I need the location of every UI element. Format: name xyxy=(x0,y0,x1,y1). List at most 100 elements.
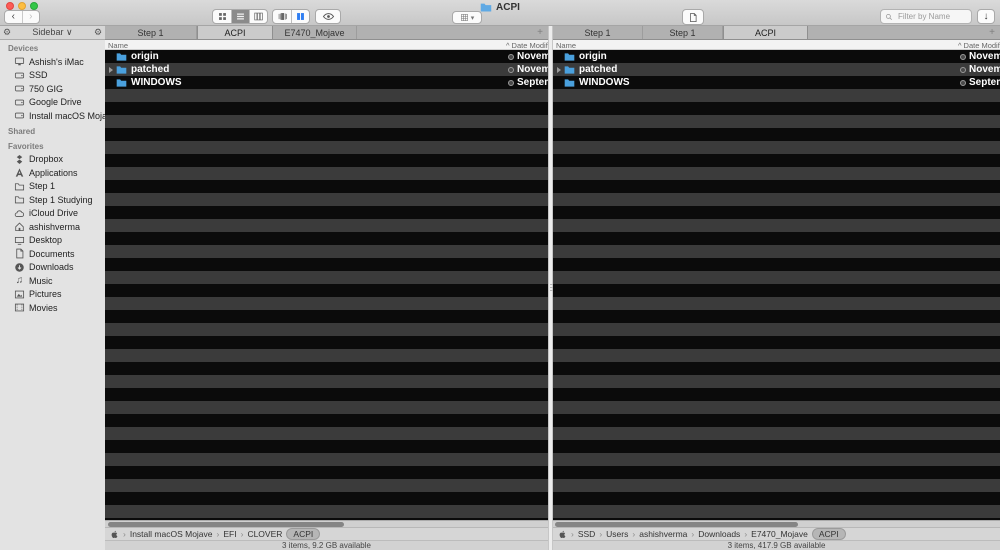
gear-icon[interactable]: ⚙ xyxy=(0,27,14,38)
path-crumb[interactable]: CLOVER xyxy=(239,529,285,539)
folder-icon xyxy=(116,77,127,88)
file-row-windows[interactable]: WINDOWS September xyxy=(105,76,548,89)
folder-icon xyxy=(564,77,575,88)
applications-icon xyxy=(14,167,25,178)
coverflow-view-button[interactable] xyxy=(273,10,291,23)
folder-icon xyxy=(564,64,575,75)
column-header-name[interactable]: Name xyxy=(108,41,128,50)
file-row-origin[interactable]: origin November xyxy=(105,50,548,63)
minimize-window-button[interactable] xyxy=(18,2,26,10)
sidebar-item-ssd[interactable]: SSD xyxy=(0,69,105,83)
finder-window: ‹ › ACPI ▾ ↓ xyxy=(0,0,1000,550)
list-view-button[interactable] xyxy=(231,10,249,23)
sidebar-item-pictures[interactable]: Pictures xyxy=(0,288,105,302)
section-devices: Devices xyxy=(8,44,39,53)
column-header-date-modified[interactable]: ^ Date Modified xyxy=(958,41,1000,50)
path-crumb[interactable]: ashishverma xyxy=(630,529,689,539)
left-tab-bar: Step 1 ACPI E7470_Mojave + xyxy=(105,26,548,40)
download-arrow-button[interactable]: ↓ xyxy=(977,9,995,24)
new-document-button[interactable] xyxy=(682,9,704,25)
extra-view-segment xyxy=(272,9,310,24)
arrange-button[interactable]: ▾ xyxy=(452,11,482,24)
sidebar-item-google-drive[interactable]: Google Drive xyxy=(0,96,105,110)
imac-icon xyxy=(14,56,25,67)
tab-step-1[interactable]: Step 1 xyxy=(643,26,723,39)
path-crumb[interactable]: Downloads xyxy=(689,529,742,539)
sidebar-item-movies[interactable]: Movies xyxy=(0,301,105,315)
path-crumb[interactable]: Install macOS Mojave xyxy=(121,529,215,539)
sidebar-item-downloads[interactable]: Downloads xyxy=(0,261,105,275)
left-horizontal-scrollbar[interactable] xyxy=(105,520,548,527)
close-window-button[interactable] xyxy=(6,2,14,10)
folder-icon xyxy=(116,64,127,75)
sidebar-item-dropbox[interactable]: Dropbox xyxy=(0,153,105,167)
column-header-name[interactable]: Name xyxy=(556,41,576,50)
tab-step-1[interactable]: Step 1 xyxy=(105,26,197,39)
window-title: ACPI xyxy=(0,1,1000,13)
drive-icon xyxy=(14,97,25,108)
new-tab-button[interactable]: + xyxy=(532,27,548,38)
desktop-icon xyxy=(14,235,25,246)
toolbar: ‹ › ACPI ▾ ↓ xyxy=(0,0,1000,26)
sidebar: Devices Ashish's iMac SSD 750 GIG Google… xyxy=(0,40,105,550)
gear-icon[interactable]: ⚙ xyxy=(91,27,105,38)
sidebar-header-menu[interactable]: Sidebar ∨ xyxy=(14,27,91,38)
sidebar-item-ashishs-imac[interactable]: Ashish's iMac xyxy=(0,55,105,69)
path-crumb[interactable]: SSD xyxy=(569,529,597,539)
sidebar-item-step-1[interactable]: Step 1 xyxy=(0,180,105,194)
sidebar-item-music[interactable]: ♫ Music xyxy=(0,274,105,288)
navigation-buttons: ‹ › xyxy=(4,10,40,24)
path-crumb[interactable]: EFI xyxy=(215,529,239,539)
filter-input[interactable] xyxy=(896,11,967,22)
path-crumb[interactable]: E7470_Mojave xyxy=(742,529,810,539)
apple-icon xyxy=(110,530,119,539)
path-crumb-current[interactable]: ACPI xyxy=(286,528,321,540)
filter-field-wrap xyxy=(880,9,972,24)
right-file-list[interactable]: origin November patched November WINDOWS… xyxy=(553,50,1000,520)
back-button[interactable]: ‹ xyxy=(5,11,22,23)
sidebar-item-ashishverma[interactable]: ashishverma xyxy=(0,220,105,234)
column-header-date-modified[interactable]: ^ Date Modified xyxy=(506,41,548,50)
left-path-bar: Install macOS Mojave EFI CLOVER ACPI xyxy=(105,527,548,540)
downloads-icon xyxy=(14,262,25,273)
path-crumb[interactable]: Users xyxy=(597,529,630,539)
new-tab-button[interactable]: + xyxy=(984,27,1000,38)
tab-step-1[interactable]: Step 1 xyxy=(553,26,643,39)
zoom-window-button[interactable] xyxy=(30,2,38,10)
sort-ascending-icon: ^ xyxy=(958,41,962,50)
file-row-patched[interactable]: patched November xyxy=(105,63,548,76)
right-path-bar: SSD Users ashishverma Downloads E7470_Mo… xyxy=(553,527,1000,540)
sidebar-item-750-gig[interactable]: 750 GIG xyxy=(0,82,105,96)
list-view-icon xyxy=(235,11,246,22)
right-horizontal-scrollbar[interactable] xyxy=(553,520,1000,527)
tab-e7470-mojave[interactable]: E7470_Mojave xyxy=(273,26,357,39)
file-row-patched[interactable]: patched November xyxy=(553,63,1000,76)
folder-icon xyxy=(14,194,25,205)
sort-ascending-icon: ^ xyxy=(506,41,510,50)
file-row-windows[interactable]: WINDOWS September xyxy=(553,76,1000,89)
file-row-origin[interactable]: origin November xyxy=(553,50,1000,63)
search-icon xyxy=(885,13,893,21)
left-file-list[interactable]: origin November patched November WINDOWS… xyxy=(105,50,548,520)
tab-acpi-active[interactable]: ACPI xyxy=(723,26,808,39)
sidebar-item-step-1-studying[interactable]: Step 1 Studying xyxy=(0,193,105,207)
sidebar-item-icloud-drive[interactable]: iCloud Drive xyxy=(0,207,105,221)
sidebar-item-applications[interactable]: Applications xyxy=(0,166,105,180)
path-crumb-current[interactable]: ACPI xyxy=(811,528,846,540)
coverflow-icon xyxy=(277,11,288,22)
eye-icon xyxy=(322,10,335,23)
right-status-bar: 3 items, 417.9 GB available xyxy=(553,540,1000,550)
disclosure-triangle-icon[interactable] xyxy=(556,67,564,73)
sidebar-item-install-macos-mojave[interactable]: Install macOS Mojave ⏏ xyxy=(0,109,105,123)
icon-view-button[interactable] xyxy=(213,10,231,23)
forward-button[interactable]: › xyxy=(21,11,40,23)
disclosure-triangle-icon[interactable] xyxy=(108,67,116,73)
pane-divider[interactable] xyxy=(548,26,553,550)
column-view-button[interactable] xyxy=(249,10,267,23)
sidebar-item-documents[interactable]: Documents xyxy=(0,247,105,261)
dual-pane-button[interactable] xyxy=(291,10,309,23)
sidebar-item-desktop[interactable]: Desktop xyxy=(0,234,105,248)
quick-look-button[interactable] xyxy=(315,9,341,24)
tab-acpi-active[interactable]: ACPI xyxy=(197,26,273,39)
music-icon: ♫ xyxy=(15,275,24,287)
